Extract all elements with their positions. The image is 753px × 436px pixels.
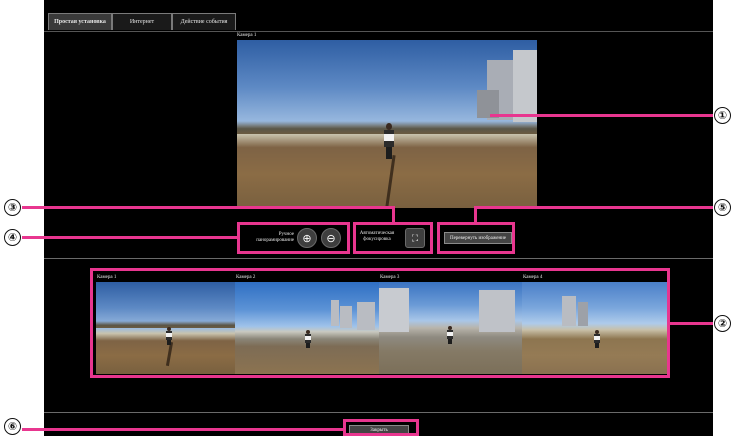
reverse-image-highlight: [437, 222, 515, 254]
callout-5: ⑤: [714, 199, 731, 216]
manual-pan-highlight: [237, 222, 350, 254]
leader-line-6: [22, 428, 343, 431]
separator: [44, 258, 713, 259]
leader-line-1: [490, 114, 713, 117]
person-figure: [384, 123, 394, 159]
close-highlight: [343, 419, 419, 436]
leader-line-4: [22, 236, 237, 239]
main-camera-preview[interactable]: [237, 40, 537, 208]
leader-line-2: [670, 322, 713, 325]
main-preview-camera-label: Камера 1: [237, 33, 257, 38]
leader-line-3: [22, 206, 395, 209]
leader-line-5: [474, 206, 713, 209]
callout-4: ④: [4, 229, 21, 246]
tab-bar: Простая установка Интернет Действие собы…: [44, 13, 713, 32]
callout-2: ②: [714, 315, 731, 332]
tab-event-action[interactable]: Действие события: [172, 13, 236, 30]
tab-simple-setup[interactable]: Простая установка: [48, 13, 112, 30]
callout-3: ③: [4, 199, 21, 216]
callout-6: ⑥: [4, 418, 21, 435]
callout-1: ①: [714, 107, 731, 124]
thumbnails-highlight: [90, 268, 670, 378]
leader-line-3-vertical: [392, 206, 395, 222]
separator: [44, 412, 713, 413]
autofocus-highlight: [353, 222, 433, 254]
tab-internet[interactable]: Интернет: [112, 13, 172, 30]
